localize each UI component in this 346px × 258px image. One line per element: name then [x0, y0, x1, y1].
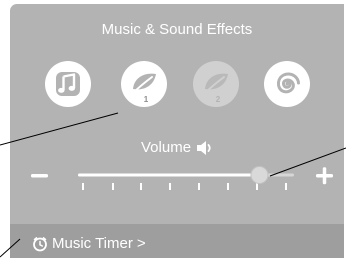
- callout-line-sounds: [0, 112, 119, 146]
- callout-line-timer: [0, 238, 21, 258]
- callout-line-volume: [269, 147, 346, 177]
- callout-lines: [0, 112, 346, 258]
- screen: Music & Sound Effects 1 2 Volume Music T…: [0, 0, 346, 258]
